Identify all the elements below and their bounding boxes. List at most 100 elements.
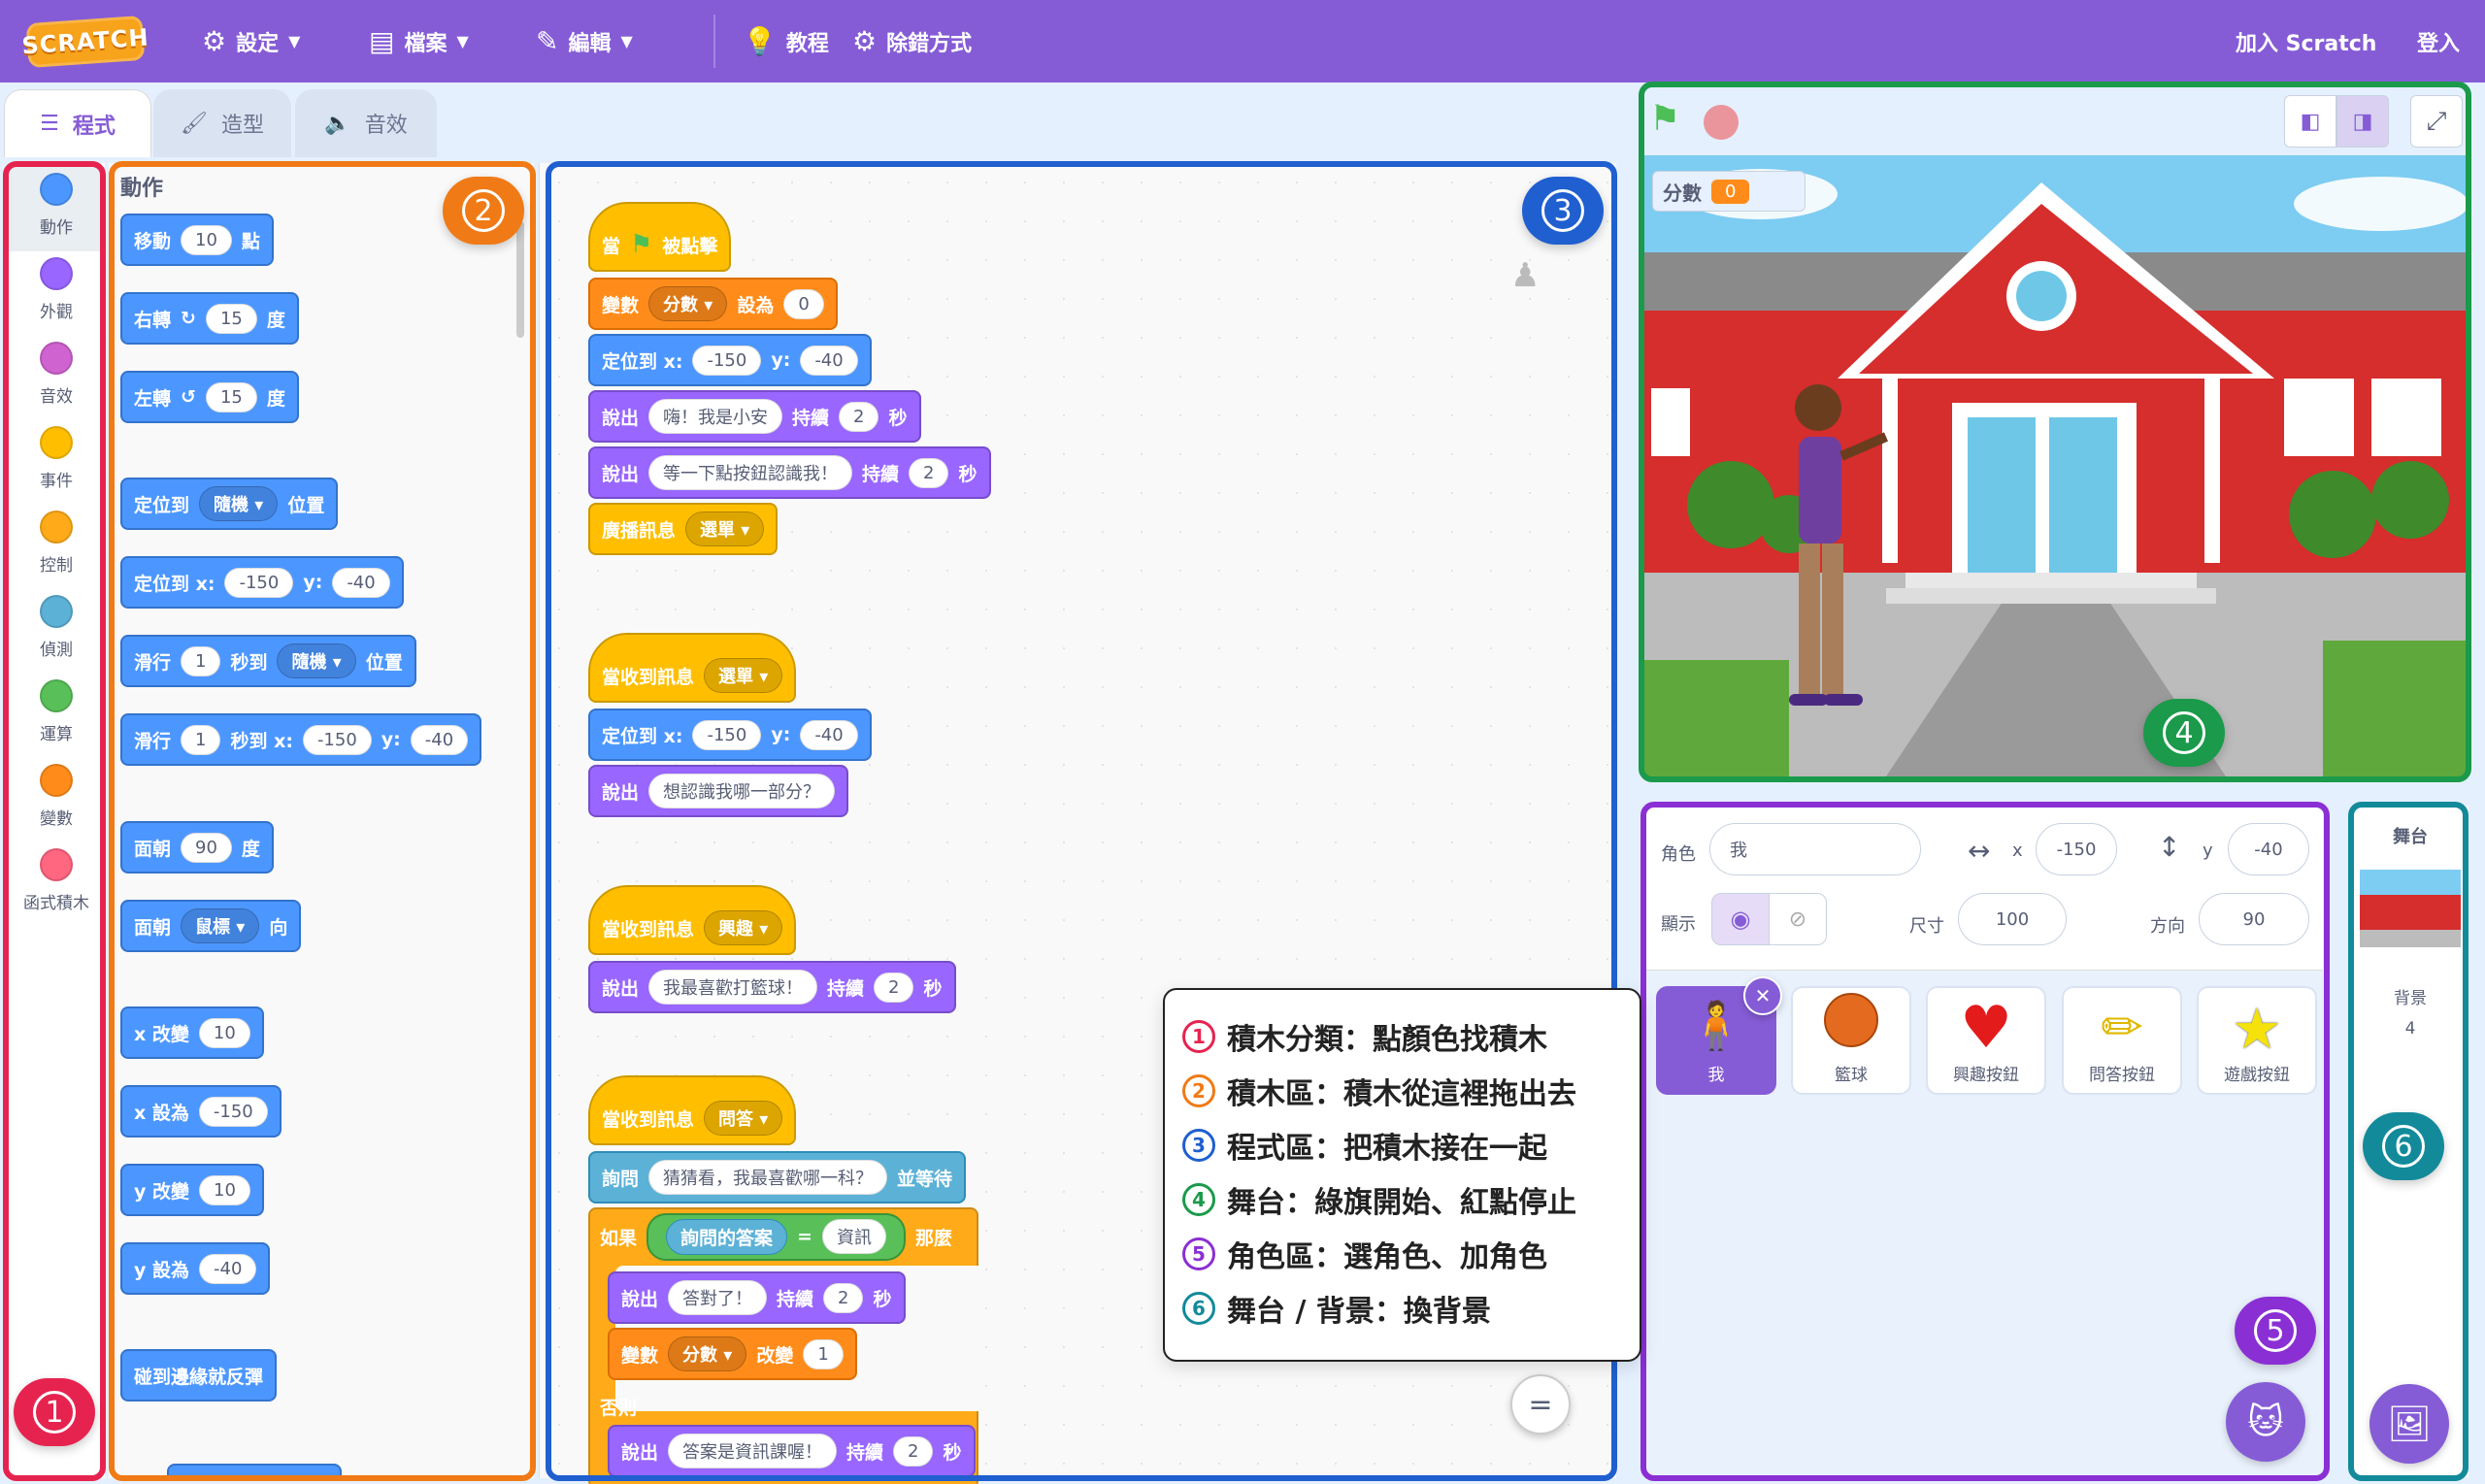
block-input[interactable]: 90 <box>181 832 232 863</box>
hat-when-receive[interactable]: 當收到訊息 興趣 ▾ <box>588 885 797 955</box>
block-point-towards[interactable]: 面朝 鼠標 ▾ 向 <box>120 900 302 952</box>
block-input[interactable]: -40 <box>800 345 858 376</box>
delete-sprite-icon[interactable]: ✕ <box>1743 976 1782 1015</box>
block-dropdown[interactable]: 隨機 ▾ <box>277 643 356 678</box>
x-input[interactable]: -150 <box>2036 823 2117 875</box>
block-input[interactable]: 2 <box>909 457 949 488</box>
block-partial[interactable] <box>167 1464 342 1478</box>
category-my-blocks[interactable]: 函式積木 <box>8 842 105 927</box>
block-goto[interactable]: 定位到 隨機 ▾ 位置 <box>120 478 339 530</box>
block-input[interactable]: 2 <box>893 1435 934 1467</box>
tab-costumes[interactable]: 🖌 造型 <box>153 89 291 157</box>
block-goto-xy[interactable]: 定位到 x: -150 y: -40 <box>120 556 404 609</box>
green-flag-icon[interactable]: ⚑ <box>1649 99 1680 139</box>
block-goto-xy[interactable]: 定位到 x: -150 y: -40 <box>588 709 872 761</box>
block-input[interactable]: 1 <box>181 645 221 676</box>
block-move[interactable]: 移動 10 點 <box>120 214 274 266</box>
category-events[interactable]: 事件 <box>8 420 105 505</box>
block-change-x[interactable]: x 改變 10 <box>120 1006 264 1059</box>
hide-eye-icon[interactable]: ⊘ <box>1769 893 1827 945</box>
block-input[interactable]: 15 <box>205 381 257 412</box>
block-input[interactable]: -40 <box>800 719 858 750</box>
stop-icon[interactable] <box>1704 105 1739 140</box>
block-input[interactable]: 2 <box>823 1282 864 1313</box>
block-input[interactable]: -40 <box>332 567 390 598</box>
file-menu[interactable]: ▤ 檔案 ▼ <box>369 0 469 82</box>
block-input[interactable]: 15 <box>205 303 257 334</box>
sprite-tile-hobby-button[interactable]: ♥ 興趣按鈕 <box>1926 986 2046 1095</box>
block-input[interactable]: 0 <box>783 288 824 319</box>
block-set-x[interactable]: x 設為 -150 <box>120 1085 282 1138</box>
category-looks[interactable]: 外觀 <box>8 251 105 336</box>
block-dropdown[interactable]: 鼠標 ▾ <box>181 908 260 943</box>
block-glide-xy[interactable]: 滑行 1 秒到 x: -150 y: -40 <box>120 713 482 766</box>
block-say-for-secs[interactable]: 說出 答對了！ 持續 2 秒 <box>608 1271 906 1324</box>
block-say[interactable]: 說出 想認識我哪一部分？ <box>588 765 849 817</box>
category-operators[interactable]: 運算 <box>8 674 105 758</box>
block-input[interactable]: -150 <box>692 345 762 376</box>
settings-menu[interactable]: ⚙ 設定 ▼ <box>202 0 300 82</box>
block-input[interactable]: 2 <box>874 972 914 1003</box>
block-set-y[interactable]: y 設為 -40 <box>120 1242 271 1295</box>
hat-when-receive[interactable]: 當收到訊息 問答 ▾ <box>588 1075 797 1145</box>
block-change-y[interactable]: y 改變 10 <box>120 1164 264 1216</box>
debug-button[interactable]: ⚙ 除錯方式 <box>852 0 972 82</box>
block-change-variable[interactable]: 變數 分數 ▾ 改變 1 <box>608 1328 857 1380</box>
block-input[interactable]: 2 <box>839 401 879 432</box>
block-turn-right[interactable]: 右轉 ↻ 15 度 <box>120 292 299 345</box>
direction-input[interactable]: 90 <box>2199 893 2309 945</box>
block-input[interactable]: 嗨！我是小安 <box>648 399 783 434</box>
block-input[interactable]: 猜猜看，我最喜歡哪一科？ <box>648 1160 888 1195</box>
block-input[interactable]: 10 <box>198 1017 250 1048</box>
small-stage-icon[interactable]: ◧ <box>2284 95 2336 148</box>
block-input[interactable]: 10 <box>181 224 232 255</box>
size-input[interactable]: 100 <box>1958 893 2067 945</box>
if-header[interactable]: 如果 詢問的答案 = 資訊 那麼 <box>588 1207 964 1266</box>
block-ask-and-wait[interactable]: 詢問 猜猜看，我最喜歡哪一科？ 並等待 <box>588 1151 967 1204</box>
block-dropdown[interactable]: 分數 ▾ <box>648 286 728 321</box>
sprite-tile-game-button[interactable]: ★ 遊戲按鈕 <box>2197 986 2317 1095</box>
block-input[interactable]: -150 <box>692 719 762 750</box>
score-monitor[interactable]: 分數 0 <box>1652 171 1806 212</box>
category-sound[interactable]: 音效 <box>8 336 105 420</box>
block-input[interactable]: 答對了！ <box>668 1280 768 1315</box>
edit-menu[interactable]: ✎ 編輯 ▼ <box>536 0 633 82</box>
tutorials-button[interactable]: 💡 教程 <box>743 0 829 82</box>
block-input[interactable]: -150 <box>302 724 372 755</box>
block-broadcast[interactable]: 廣播訊息 選單 ▾ <box>588 503 779 555</box>
block-dropdown[interactable]: 問答 ▾ <box>704 1101 783 1136</box>
zoom-reset-button[interactable]: = <box>1510 1374 1571 1435</box>
block-input[interactable]: 等一下點按鈕認識我！ <box>648 455 853 490</box>
block-input[interactable]: 1 <box>803 1338 844 1369</box>
category-sensing[interactable]: 偵測 <box>8 589 105 674</box>
block-turn-left[interactable]: 左轉 ↺ 15 度 <box>120 371 299 423</box>
palette-scrollbar[interactable] <box>516 221 524 338</box>
tab-code[interactable]: ☰ 程式 <box>4 89 151 157</box>
block-input[interactable]: 10 <box>199 1174 250 1205</box>
block-say-for-secs[interactable]: 說出 嗨！我是小安 持續 2 秒 <box>588 390 921 443</box>
tab-sounds[interactable]: 🔈 音效 <box>295 89 437 157</box>
block-say-for-secs[interactable]: 說出 等一下點按鈕認識我！ 持續 2 秒 <box>588 446 991 499</box>
block-dropdown[interactable]: 選單 ▾ <box>685 511 765 546</box>
block-bounce[interactable]: 碰到邊緣就反彈 <box>120 1349 278 1402</box>
block-dropdown[interactable]: 選單 ▾ <box>704 658 783 693</box>
add-sprite-cat-icon[interactable]: 🐱 <box>2226 1382 2305 1462</box>
block-glide[interactable]: 滑行 1 秒到 隨機 ▾ 位置 <box>120 635 416 687</box>
sign-in-link[interactable]: 登入 <box>2417 0 2460 82</box>
hat-when-flag-clicked[interactable]: 當 ⚑ 被點擊 <box>588 202 732 272</box>
category-variables[interactable]: 變數 <box>8 758 105 842</box>
hat-when-receive[interactable]: 當收到訊息 選單 ▾ <box>588 633 797 703</box>
block-equals[interactable]: 詢問的答案 = 資訊 <box>646 1212 906 1261</box>
large-stage-icon[interactable]: ◨ <box>2336 95 2389 148</box>
block-input[interactable]: 我最喜歡打籃球！ <box>648 970 818 1005</box>
block-dropdown[interactable]: 分數 ▾ <box>668 1336 747 1371</box>
block-dropdown[interactable]: 興趣 ▾ <box>704 910 783 945</box>
show-eye-icon[interactable]: ◉ <box>1711 893 1770 945</box>
fullscreen-icon[interactable]: ⤢ <box>2410 95 2463 148</box>
block-input[interactable]: 想認識我哪一部分？ <box>648 774 836 808</box>
join-scratch-link[interactable]: 加入 Scratch <box>2236 0 2376 82</box>
y-input[interactable]: -40 <box>2228 823 2309 875</box>
category-control[interactable]: 控制 <box>8 505 105 589</box>
block-input[interactable]: -40 <box>199 1253 257 1284</box>
block-say-for-secs[interactable]: 說出 答案是資訊課喔！ 持續 2 秒 <box>608 1425 976 1477</box>
